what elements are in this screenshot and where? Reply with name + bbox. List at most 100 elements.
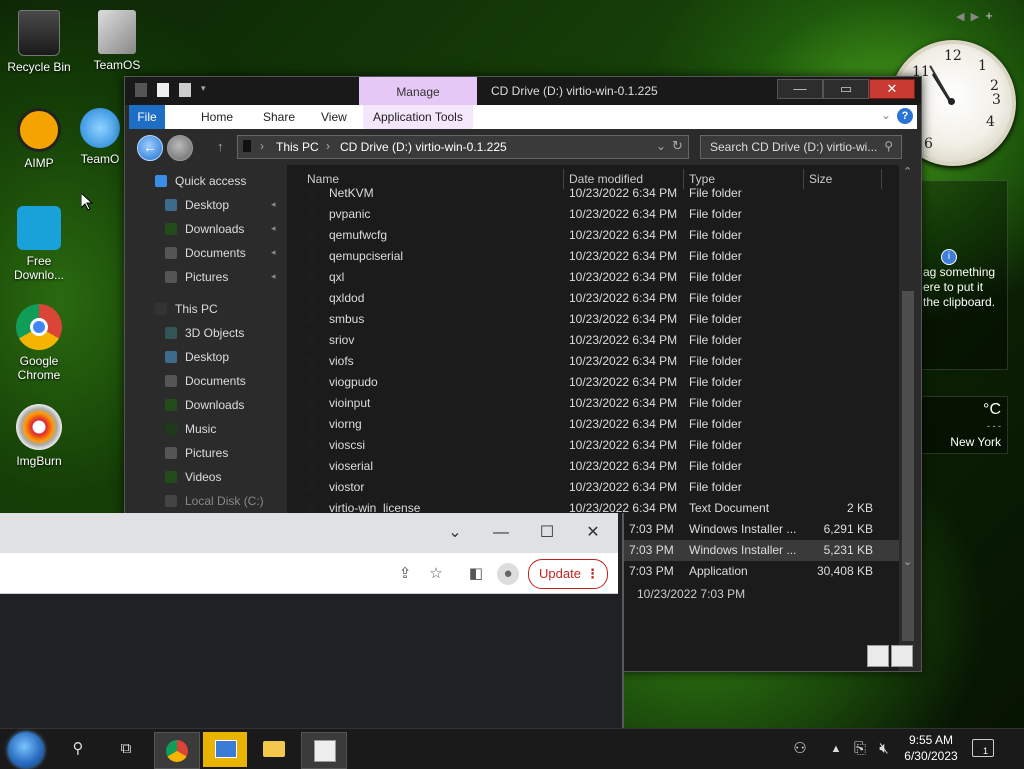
table-row[interactable]: NetKVM 10/23/2022 6:34 PM File folder <box>287 183 899 204</box>
bookmark-star-icon[interactable]: ☆ <box>425 563 447 585</box>
nav-desktop[interactable]: Desktop <box>165 347 229 367</box>
update-button[interactable]: Update ⋮ <box>528 559 608 589</box>
file-date: 10/23/2022 6:34 PM <box>569 333 678 347</box>
taskbar-chrome[interactable] <box>154 732 200 769</box>
desktop-icon-aimp[interactable]: AIMP <box>1 108 77 170</box>
table-row[interactable]: qemupciserial 10/23/2022 6:34 PM File fold… <box>287 246 899 267</box>
ribbon-expand-icon[interactable]: ⌄ <box>881 108 891 122</box>
nav-quick-desktop[interactable]: Desktop <box>165 195 229 215</box>
omnibox[interactable] <box>0 559 420 587</box>
forward-button[interactable] <box>167 135 193 161</box>
nav-videos[interactable]: Videos <box>165 467 221 487</box>
tab-manage[interactable]: Manage <box>359 77 477 105</box>
table-row[interactable]: vioscsi 10/23/2022 6:34 PM File folder <box>287 435 899 456</box>
chevron-down-icon[interactable]: ⌄ <box>656 139 666 153</box>
scroll-up-icon[interactable]: ⌃ <box>903 165 912 178</box>
table-row[interactable]: viorng 10/23/2022 6:34 PM File folder <box>287 414 899 435</box>
nav-quick-pictures[interactable]: Pictures <box>165 267 228 287</box>
table-row[interactable]: viogpudo 10/23/2022 6:34 PM File folder <box>287 372 899 393</box>
taskbar-installer[interactable] <box>301 732 347 769</box>
nav-quick-downloads[interactable]: Downloads <box>165 219 244 239</box>
nav-quick-access[interactable]: Quick access <box>155 171 246 191</box>
table-row[interactable]: pvpanic 10/23/2022 6:34 PM File folder <box>287 204 899 225</box>
action-center-icon[interactable]: 1 <box>972 739 994 757</box>
side-panel-icon[interactable]: ◧ <box>465 563 487 585</box>
gadget-next-icon[interactable]: ▶ <box>971 11 979 23</box>
close-button[interactable]: ✕ <box>869 79 915 99</box>
chrome-window[interactable]: ⌄ — ☐ ✕ ⇪ ☆ ◧ ● Update ⋮ <box>0 513 624 730</box>
address-bar[interactable]: › This PC › CD Drive (D:) virtio-win-0.1… <box>237 135 689 159</box>
search-box[interactable]: Search CD Drive (D:) virtio-wi... ⚲ <box>700 135 902 159</box>
scroll-down-icon[interactable]: ⌄ <box>903 555 912 568</box>
up-button[interactable]: ↑ <box>217 139 224 154</box>
minimize-button[interactable]: — <box>777 79 823 99</box>
maximize-button[interactable]: ▭ <box>823 79 869 99</box>
taskbar-app[interactable] <box>203 732 247 767</box>
clipboard-gadget[interactable]: i ag something ere to put it the clipboa… <box>920 180 1008 370</box>
network-icon[interactable]: ⎘ <box>850 729 870 769</box>
taskbar-file-explorer[interactable] <box>252 732 296 767</box>
scrollbar-thumb[interactable] <box>902 291 914 641</box>
desktop-icon-google-chrome[interactable]: Google Chrome <box>1 304 77 382</box>
table-row[interactable]: sriov 10/23/2022 6:34 PM File folder <box>287 330 899 351</box>
breadcrumb-this-pc[interactable]: This PC <box>276 140 319 154</box>
gadget-add-icon[interactable]: + <box>985 8 993 23</box>
chevron-down-icon[interactable]: ▾ <box>201 83 213 97</box>
tab-share[interactable]: Share <box>253 105 305 129</box>
properties-icon[interactable] <box>157 83 169 97</box>
drive-icon <box>243 140 251 152</box>
share-icon[interactable]: ⇪ <box>394 563 416 585</box>
table-row[interactable]: vioinput 10/23/2022 6:34 PM File folder <box>287 393 899 414</box>
nav-3d-objects[interactable]: 3D Objects <box>165 323 244 343</box>
chevron-down-icon[interactable]: ⌄ <box>440 519 470 547</box>
search-icon[interactable]: ⚲ <box>64 729 92 769</box>
close-button[interactable]: ✕ <box>578 519 608 547</box>
profile-avatar-icon[interactable]: ● <box>497 563 519 585</box>
breadcrumb-cd-drive[interactable]: CD Drive (D:) virtio-win-0.1.225 <box>340 140 507 154</box>
refresh-icon[interactable]: ↻ <box>672 138 683 154</box>
tab-view[interactable]: View <box>311 105 357 129</box>
task-view-icon[interactable]: ⧉ <box>112 729 140 769</box>
nav-documents[interactable]: Documents <box>165 371 246 391</box>
tab-application-tools[interactable]: Application Tools <box>363 105 473 129</box>
start-button[interactable] <box>8 732 44 768</box>
maximize-button[interactable]: ☐ <box>532 519 562 547</box>
volume-muted-icon[interactable]: 🔇︎ <box>874 729 894 769</box>
desktop-icon-recycle-bin[interactable]: Recycle Bin <box>1 10 77 74</box>
nav-quick-documents[interactable]: Documents <box>165 243 246 263</box>
desktop-icon-imgburn[interactable]: ImgBurn <box>1 404 77 468</box>
table-row[interactable]: vioserial 10/23/2022 6:34 PM File folder <box>287 456 899 477</box>
vertical-scrollbar[interactable]: ⌃ ⌄ <box>899 165 917 671</box>
back-button[interactable]: ← <box>137 135 163 161</box>
title-bar[interactable]: ▾ Manage CD Drive (D:) virtio-win-0.1.22… <box>125 77 921 105</box>
people-icon[interactable]: ⚇ <box>788 729 812 769</box>
table-row[interactable]: qxl 10/23/2022 6:34 PM File folder <box>287 267 899 288</box>
desktop-icon-free-download[interactable]: Free Downlo... <box>1 206 77 282</box>
table-row[interactable]: qxldod 10/23/2022 6:34 PM File folder <box>287 288 899 309</box>
nav-local-disk[interactable]: Local Disk (C:) <box>165 491 264 511</box>
nav-pictures[interactable]: Pictures <box>165 443 228 463</box>
tab-file[interactable]: File <box>129 105 165 129</box>
show-hidden-icons-chevron[interactable]: ▲ <box>828 729 844 769</box>
large-icons-view-icon[interactable] <box>891 645 913 667</box>
folder-icon <box>307 209 315 219</box>
table-row[interactable]: smbus 10/23/2022 6:34 PM File folder <box>287 309 899 330</box>
table-row[interactable]: viostor 10/23/2022 6:34 PM File folder <box>287 477 899 498</box>
desktop-icon-teamos[interactable]: TeamOS <box>79 10 155 72</box>
nav-this-pc[interactable]: This PC <box>155 299 218 319</box>
weather-gadget[interactable]: °C - - - New York <box>920 396 1008 454</box>
tab-home[interactable]: Home <box>191 105 243 129</box>
details-view-icon[interactable] <box>867 645 889 667</box>
chrome-tab-strip[interactable]: ⌄ — ☐ ✕ <box>0 513 618 553</box>
table-row[interactable]: qemufwcfg 10/23/2022 6:34 PM File folder <box>287 225 899 246</box>
nav-downloads[interactable]: Downloads <box>165 395 244 415</box>
more-menu-icon[interactable]: ⋮ <box>586 560 599 588</box>
minimize-button[interactable]: — <box>486 519 516 547</box>
desktop-icon-teamo-ie[interactable]: TeamO <box>70 108 130 166</box>
new-folder-icon[interactable] <box>179 83 191 97</box>
help-icon[interactable]: ? <box>897 108 913 124</box>
table-row[interactable]: viofs 10/23/2022 6:34 PM File folder <box>287 351 899 372</box>
taskbar-clock[interactable]: 9:55 AM 6/30/2023 <box>896 732 966 764</box>
nav-music[interactable]: Music <box>165 419 216 439</box>
gadget-prev-icon[interactable]: ◀ <box>956 11 964 23</box>
